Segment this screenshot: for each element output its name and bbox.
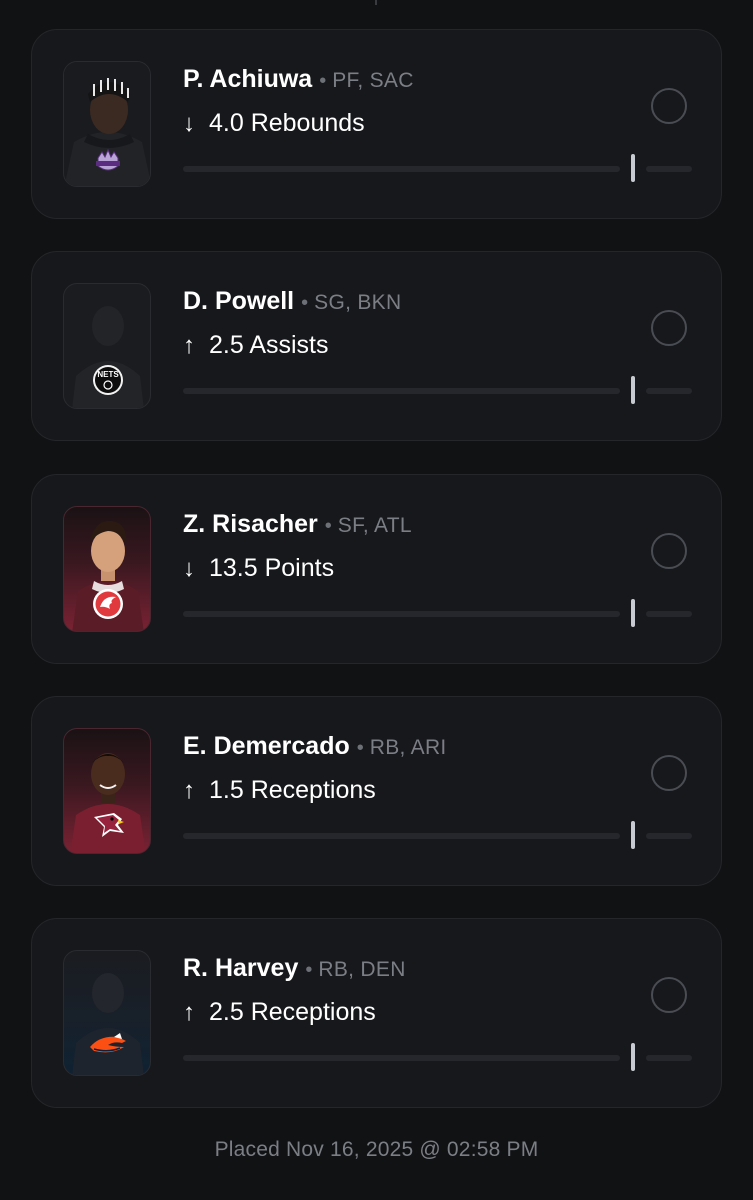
pick-info: P. Achiuwa • PF, SAC ↓ 4.0 Rebounds <box>183 62 691 140</box>
player-avatar <box>63 61 151 187</box>
separator-dot: • <box>324 515 332 537</box>
prop-value: 2.5 Assists <box>209 331 329 359</box>
progress-track <box>183 166 620 172</box>
prop-line: ↑ 2.5 Assists <box>183 328 691 362</box>
player-name: E. Demercado <box>183 732 350 760</box>
separator-dot: • <box>305 959 313 981</box>
nets-logo-icon: NETS <box>93 365 123 395</box>
pick-info: D. Powell • SG, BKN ↑ 2.5 Assists <box>183 284 691 362</box>
pick-card[interactable]: Z. Risacher • SF, ATL ↓ 13.5 Points <box>31 474 722 664</box>
pick-card[interactable]: E. Demercado • RB, ARI ↑ 1.5 Receptions <box>31 696 722 886</box>
cardinals-logo-icon <box>94 813 124 837</box>
progress-track <box>183 833 620 839</box>
select-radio[interactable] <box>651 310 687 346</box>
player-name: D. Powell <box>183 287 295 315</box>
separator-dot: • <box>319 70 327 92</box>
prop-value: 2.5 Receptions <box>209 998 376 1026</box>
parlay-picks-screen: P. Achiuwa•PF, SAC ↓4.0 Rebounds NETS <box>0 0 753 1200</box>
prop-value: 4.0 Rebounds <box>209 109 365 137</box>
arrow-down-icon: ↓ <box>183 110 195 137</box>
player-name: P. Achiuwa <box>183 65 313 93</box>
progress-track-end <box>646 388 692 394</box>
prop-line: ↓ 13.5 Points <box>183 551 691 585</box>
player-header: D. Powell • SG, BKN <box>183 284 691 318</box>
pick-card[interactable]: P. Achiuwa • PF, SAC ↓ 4.0 Rebounds <box>31 29 722 219</box>
scroll-indicator <box>375 0 377 5</box>
progress-track <box>183 611 620 617</box>
separator-dot: • <box>356 737 364 759</box>
pick-info: Z. Risacher • SF, ATL ↓ 13.5 Points <box>183 507 691 585</box>
prop-line: ↑ 2.5 Receptions <box>183 995 691 1029</box>
pick-card[interactable]: R. Harvey • RB, DEN ↑ 2.5 Receptions <box>31 918 722 1108</box>
player-position: SG, BKN <box>314 291 402 314</box>
player-avatar <box>63 506 151 632</box>
placed-timestamp: Placed Nov 16, 2025 @ 02:58 PM <box>214 1138 539 1161</box>
player-name: R. Harvey <box>183 954 299 982</box>
arrow-up-icon: ↑ <box>183 999 195 1026</box>
svg-text:NETS: NETS <box>97 370 119 379</box>
select-radio[interactable] <box>651 88 687 124</box>
select-radio[interactable] <box>651 977 687 1013</box>
player-position: SF, ATL <box>337 514 412 537</box>
pick-info: R. Harvey • RB, DEN ↑ 2.5 Receptions <box>183 951 691 1029</box>
arrow-up-icon: ↑ <box>183 332 195 359</box>
pick-card[interactable]: NETS D. Powell • SG, BKN ↑ 2.5 Assists <box>31 251 722 441</box>
prop-value: 1.5 Receptions <box>209 776 376 804</box>
broncos-logo-icon <box>90 1033 126 1053</box>
player-position: PF, SAC <box>332 69 414 92</box>
progress-track <box>183 388 620 394</box>
player-name: Z. Risacher <box>183 510 318 538</box>
player-position: RB, DEN <box>318 958 406 981</box>
kings-logo-icon <box>96 148 120 171</box>
progress-track-end <box>646 166 692 172</box>
player-header: E. Demercado • RB, ARI <box>183 729 691 763</box>
line-marker <box>631 154 635 182</box>
line-marker <box>631 1043 635 1071</box>
line-marker <box>631 821 635 849</box>
progress-track-end <box>646 1055 692 1061</box>
player-avatar <box>63 728 151 854</box>
prop-line: ↑ 1.5 Receptions <box>183 773 691 807</box>
progress-track-end <box>646 611 692 617</box>
select-radio[interactable] <box>651 755 687 791</box>
player-header: P. Achiuwa • PF, SAC <box>183 62 691 96</box>
player-avatar: NETS <box>63 283 151 409</box>
player-position: RB, ARI <box>369 736 447 759</box>
prop-value: 13.5 Points <box>209 554 335 582</box>
line-marker <box>631 376 635 404</box>
player-header: Z. Risacher • SF, ATL <box>183 507 691 541</box>
select-radio[interactable] <box>651 533 687 569</box>
line-marker <box>631 599 635 627</box>
player-avatar <box>63 950 151 1076</box>
progress-track <box>183 1055 620 1061</box>
hawks-logo-icon <box>93 589 123 619</box>
progress-track-end <box>646 833 692 839</box>
arrow-up-icon: ↑ <box>183 777 195 804</box>
prop-line: ↓ 4.0 Rebounds <box>183 106 691 140</box>
separator-dot: • <box>301 292 309 314</box>
arrow-down-icon: ↓ <box>183 555 195 582</box>
pick-info: E. Demercado • RB, ARI ↑ 1.5 Receptions <box>183 729 691 807</box>
player-header: R. Harvey • RB, DEN <box>183 951 691 985</box>
